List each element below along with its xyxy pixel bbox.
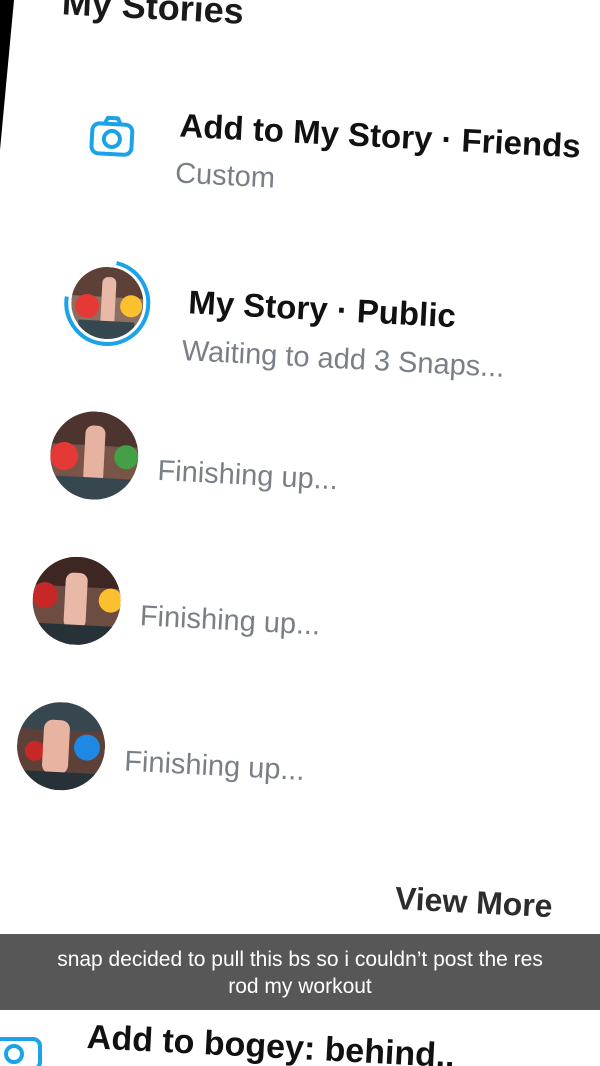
add-story-title: Add to My Story · Friends <box>178 106 582 165</box>
snap-thumbnail <box>14 699 108 793</box>
pending-status: Finishing up... <box>139 600 322 642</box>
caption-line-2: rod my workout <box>228 975 372 998</box>
section-title: My Stories <box>60 0 245 32</box>
snap-thumbnail <box>30 554 123 648</box>
camera-icon <box>89 115 135 157</box>
snap-caption: snap decided to pull this bs so i couldn… <box>0 934 600 1010</box>
camera-icon <box>0 1037 42 1066</box>
stories-screen: My Stories Add to My Story · Friends Cus… <box>0 0 600 1066</box>
pending-status: Finishing up... <box>156 454 339 497</box>
my-story-title: My Story · Public <box>187 283 457 335</box>
my-story-subtitle: Waiting to add 3 Snaps... <box>181 335 506 384</box>
pending-status: Finishing up... <box>123 745 306 787</box>
add-story-subtitle: Custom <box>174 157 276 195</box>
caption-line-1: snap decided to pull this bs so i couldn… <box>57 948 543 971</box>
snap-thumbnail <box>48 409 141 502</box>
